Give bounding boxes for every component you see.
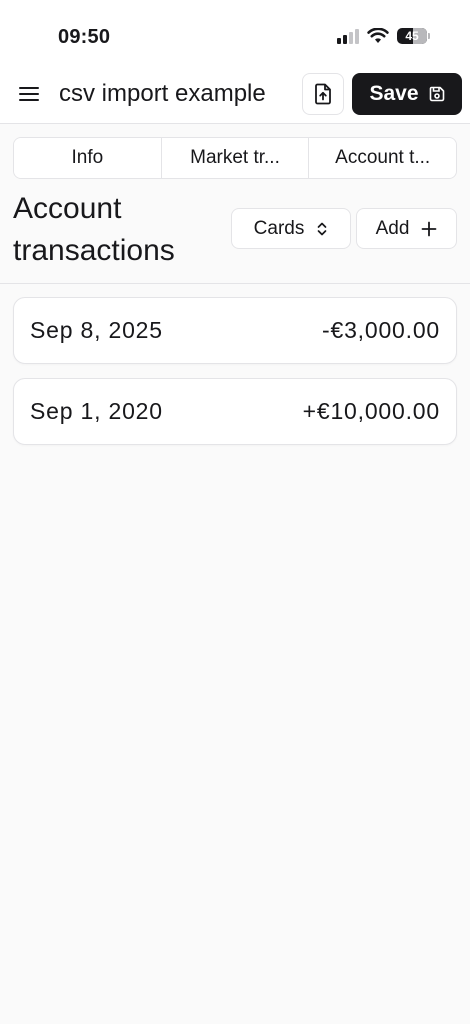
battery-level: 45 <box>405 29 419 43</box>
add-button-label: Add <box>375 217 410 239</box>
app-header: csv import example Save <box>0 64 470 124</box>
signal-icon <box>337 28 359 44</box>
wifi-icon <box>367 28 389 43</box>
menu-button[interactable] <box>17 83 41 105</box>
transaction-list: Sep 8, 2025 -€3,000.00 Sep 1, 2020 +€10,… <box>13 297 457 459</box>
section-title: Account transactions <box>13 192 175 267</box>
transaction-card[interactable]: Sep 1, 2020 +€10,000.00 <box>13 378 457 445</box>
tab-market-transactions[interactable]: Market tr... <box>161 138 310 178</box>
save-button-label: Save <box>369 82 419 105</box>
transaction-date: Sep 1, 2020 <box>30 398 163 424</box>
battery-icon: 45 <box>397 28 427 44</box>
tab-info[interactable]: Info <box>14 138 162 178</box>
transaction-amount: -€3,000.00 <box>322 317 440 343</box>
tab-label: Info <box>71 147 104 168</box>
transaction-amount: +€10,000.00 <box>302 398 440 424</box>
tab-bar: Info Market tr... Account t... <box>13 137 457 179</box>
transaction-card[interactable]: Sep 8, 2025 -€3,000.00 <box>13 297 457 364</box>
status-bar: 09:50 45 <box>0 0 470 64</box>
chevron-up-down-icon <box>317 222 327 235</box>
hamburger-menu-icon <box>19 87 39 101</box>
transaction-date: Sep 8, 2025 <box>30 317 163 343</box>
tab-label: Market tr... <box>190 147 280 168</box>
file-upload-icon <box>315 83 331 105</box>
save-button[interactable]: Save <box>352 73 462 115</box>
view-mode-select[interactable]: Cards <box>231 208 351 249</box>
page-title: csv import example <box>59 80 266 107</box>
tab-account-transactions[interactable]: Account t... <box>309 138 456 178</box>
section-divider <box>0 283 470 284</box>
status-time: 09:50 <box>58 26 111 48</box>
import-file-button[interactable] <box>302 73 344 115</box>
status-icons: 45 <box>337 28 430 44</box>
view-mode-label: Cards <box>253 217 305 239</box>
add-transaction-button[interactable]: Add <box>356 208 457 249</box>
floppy-disk-icon <box>429 86 444 102</box>
plus-icon <box>422 221 437 236</box>
tab-label: Account t... <box>335 147 431 168</box>
